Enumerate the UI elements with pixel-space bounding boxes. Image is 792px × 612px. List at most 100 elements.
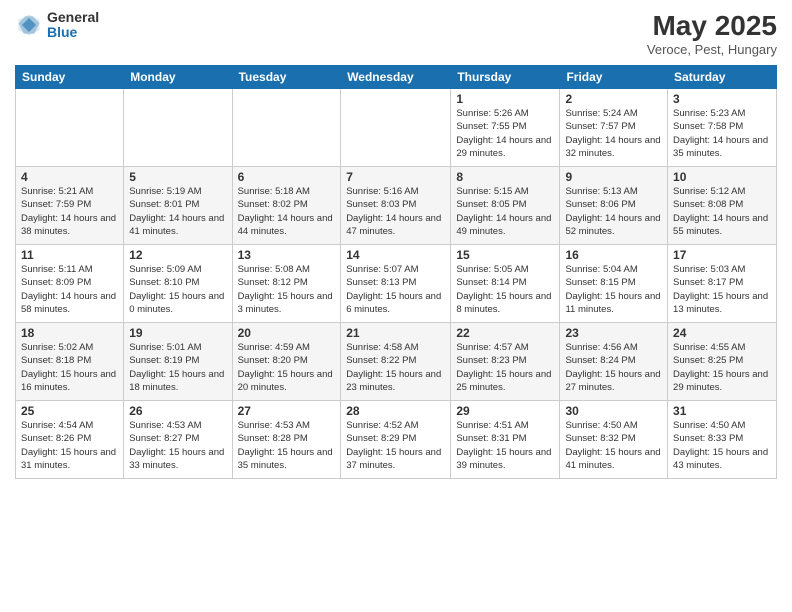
month-year-title: May 2025 [647, 10, 777, 42]
day-info: Sunrise: 4:58 AM Sunset: 8:22 PM Dayligh… [346, 341, 445, 394]
calendar-header-row: Sunday Monday Tuesday Wednesday Thursday… [16, 66, 777, 89]
day-info: Sunrise: 5:18 AM Sunset: 8:02 PM Dayligh… [238, 185, 336, 238]
day-info: Sunrise: 5:05 AM Sunset: 8:14 PM Dayligh… [456, 263, 554, 316]
calendar-week-3: 11Sunrise: 5:11 AM Sunset: 8:09 PM Dayli… [16, 245, 777, 323]
day-number: 11 [21, 248, 118, 262]
calendar-cell: 11Sunrise: 5:11 AM Sunset: 8:09 PM Dayli… [16, 245, 124, 323]
col-friday: Friday [560, 66, 668, 89]
day-info: Sunrise: 5:01 AM Sunset: 8:19 PM Dayligh… [129, 341, 226, 394]
logo-blue-text: Blue [47, 25, 99, 40]
day-number: 18 [21, 326, 118, 340]
location-text: Veroce, Pest, Hungary [647, 42, 777, 57]
col-tuesday: Tuesday [232, 66, 341, 89]
calendar-cell: 25Sunrise: 4:54 AM Sunset: 8:26 PM Dayli… [16, 401, 124, 479]
day-info: Sunrise: 5:08 AM Sunset: 8:12 PM Dayligh… [238, 263, 336, 316]
logo-icon [15, 11, 43, 39]
calendar-cell: 23Sunrise: 4:56 AM Sunset: 8:24 PM Dayli… [560, 323, 668, 401]
header: General Blue May 2025 Veroce, Pest, Hung… [15, 10, 777, 57]
calendar-cell: 7Sunrise: 5:16 AM Sunset: 8:03 PM Daylig… [341, 167, 451, 245]
calendar-cell: 24Sunrise: 4:55 AM Sunset: 8:25 PM Dayli… [668, 323, 777, 401]
day-number: 2 [565, 92, 662, 106]
day-number: 21 [346, 326, 445, 340]
day-number: 1 [456, 92, 554, 106]
calendar-cell [232, 89, 341, 167]
calendar-cell: 4Sunrise: 5:21 AM Sunset: 7:59 PM Daylig… [16, 167, 124, 245]
col-sunday: Sunday [16, 66, 124, 89]
day-number: 7 [346, 170, 445, 184]
calendar-cell: 6Sunrise: 5:18 AM Sunset: 8:02 PM Daylig… [232, 167, 341, 245]
day-info: Sunrise: 5:13 AM Sunset: 8:06 PM Dayligh… [565, 185, 662, 238]
calendar-cell: 2Sunrise: 5:24 AM Sunset: 7:57 PM Daylig… [560, 89, 668, 167]
calendar-cell: 26Sunrise: 4:53 AM Sunset: 8:27 PM Dayli… [124, 401, 232, 479]
title-block: May 2025 Veroce, Pest, Hungary [647, 10, 777, 57]
calendar-cell: 21Sunrise: 4:58 AM Sunset: 8:22 PM Dayli… [341, 323, 451, 401]
calendar-cell: 18Sunrise: 5:02 AM Sunset: 8:18 PM Dayli… [16, 323, 124, 401]
calendar-cell: 9Sunrise: 5:13 AM Sunset: 8:06 PM Daylig… [560, 167, 668, 245]
day-info: Sunrise: 4:55 AM Sunset: 8:25 PM Dayligh… [673, 341, 771, 394]
day-number: 26 [129, 404, 226, 418]
day-info: Sunrise: 5:15 AM Sunset: 8:05 PM Dayligh… [456, 185, 554, 238]
day-info: Sunrise: 5:03 AM Sunset: 8:17 PM Dayligh… [673, 263, 771, 316]
day-info: Sunrise: 4:50 AM Sunset: 8:33 PM Dayligh… [673, 419, 771, 472]
calendar-cell: 19Sunrise: 5:01 AM Sunset: 8:19 PM Dayli… [124, 323, 232, 401]
day-number: 4 [21, 170, 118, 184]
day-info: Sunrise: 4:59 AM Sunset: 8:20 PM Dayligh… [238, 341, 336, 394]
day-info: Sunrise: 5:23 AM Sunset: 7:58 PM Dayligh… [673, 107, 771, 160]
day-info: Sunrise: 4:57 AM Sunset: 8:23 PM Dayligh… [456, 341, 554, 394]
day-number: 22 [456, 326, 554, 340]
col-wednesday: Wednesday [341, 66, 451, 89]
day-number: 13 [238, 248, 336, 262]
day-number: 14 [346, 248, 445, 262]
day-number: 31 [673, 404, 771, 418]
calendar-cell: 17Sunrise: 5:03 AM Sunset: 8:17 PM Dayli… [668, 245, 777, 323]
day-number: 29 [456, 404, 554, 418]
day-info: Sunrise: 5:19 AM Sunset: 8:01 PM Dayligh… [129, 185, 226, 238]
day-info: Sunrise: 4:53 AM Sunset: 8:28 PM Dayligh… [238, 419, 336, 472]
page: General Blue May 2025 Veroce, Pest, Hung… [0, 0, 792, 612]
calendar-cell: 5Sunrise: 5:19 AM Sunset: 8:01 PM Daylig… [124, 167, 232, 245]
calendar-cell [16, 89, 124, 167]
day-info: Sunrise: 4:53 AM Sunset: 8:27 PM Dayligh… [129, 419, 226, 472]
day-number: 8 [456, 170, 554, 184]
logo-general-text: General [47, 10, 99, 25]
day-number: 24 [673, 326, 771, 340]
day-number: 3 [673, 92, 771, 106]
day-info: Sunrise: 5:24 AM Sunset: 7:57 PM Dayligh… [565, 107, 662, 160]
day-info: Sunrise: 4:50 AM Sunset: 8:32 PM Dayligh… [565, 419, 662, 472]
day-number: 15 [456, 248, 554, 262]
day-number: 28 [346, 404, 445, 418]
day-info: Sunrise: 5:04 AM Sunset: 8:15 PM Dayligh… [565, 263, 662, 316]
calendar-cell [124, 89, 232, 167]
col-thursday: Thursday [451, 66, 560, 89]
calendar-cell: 30Sunrise: 4:50 AM Sunset: 8:32 PM Dayli… [560, 401, 668, 479]
day-info: Sunrise: 5:21 AM Sunset: 7:59 PM Dayligh… [21, 185, 118, 238]
day-info: Sunrise: 5:09 AM Sunset: 8:10 PM Dayligh… [129, 263, 226, 316]
day-info: Sunrise: 5:07 AM Sunset: 8:13 PM Dayligh… [346, 263, 445, 316]
day-info: Sunrise: 5:26 AM Sunset: 7:55 PM Dayligh… [456, 107, 554, 160]
calendar-cell: 16Sunrise: 5:04 AM Sunset: 8:15 PM Dayli… [560, 245, 668, 323]
calendar-week-5: 25Sunrise: 4:54 AM Sunset: 8:26 PM Dayli… [16, 401, 777, 479]
day-number: 6 [238, 170, 336, 184]
calendar-cell: 14Sunrise: 5:07 AM Sunset: 8:13 PM Dayli… [341, 245, 451, 323]
calendar-cell: 22Sunrise: 4:57 AM Sunset: 8:23 PM Dayli… [451, 323, 560, 401]
day-number: 19 [129, 326, 226, 340]
day-info: Sunrise: 4:56 AM Sunset: 8:24 PM Dayligh… [565, 341, 662, 394]
day-number: 12 [129, 248, 226, 262]
calendar-cell: 31Sunrise: 4:50 AM Sunset: 8:33 PM Dayli… [668, 401, 777, 479]
day-number: 9 [565, 170, 662, 184]
calendar-week-2: 4Sunrise: 5:21 AM Sunset: 7:59 PM Daylig… [16, 167, 777, 245]
calendar-cell: 29Sunrise: 4:51 AM Sunset: 8:31 PM Dayli… [451, 401, 560, 479]
logo: General Blue [15, 10, 99, 41]
logo-text: General Blue [47, 10, 99, 41]
day-info: Sunrise: 5:11 AM Sunset: 8:09 PM Dayligh… [21, 263, 118, 316]
calendar-cell: 27Sunrise: 4:53 AM Sunset: 8:28 PM Dayli… [232, 401, 341, 479]
calendar-week-1: 1Sunrise: 5:26 AM Sunset: 7:55 PM Daylig… [16, 89, 777, 167]
day-number: 23 [565, 326, 662, 340]
day-number: 17 [673, 248, 771, 262]
calendar-cell: 13Sunrise: 5:08 AM Sunset: 8:12 PM Dayli… [232, 245, 341, 323]
day-number: 10 [673, 170, 771, 184]
day-info: Sunrise: 5:16 AM Sunset: 8:03 PM Dayligh… [346, 185, 445, 238]
day-number: 16 [565, 248, 662, 262]
day-number: 27 [238, 404, 336, 418]
calendar-cell: 10Sunrise: 5:12 AM Sunset: 8:08 PM Dayli… [668, 167, 777, 245]
